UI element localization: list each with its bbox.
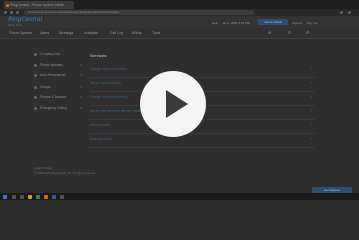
company-icon [34,52,37,56]
list-item[interactable]: Set call queue › [90,120,315,134]
topnav-phone-system[interactable]: Phone System [9,31,32,35]
date-text: Jan 6, 2021 5:23 PM [222,20,250,25]
sidebar-item-emergency-calling[interactable]: Emergency Calling ▾ [34,104,82,112]
footer-links[interactable]: Legal | Privacy [34,166,52,170]
reload-icon[interactable] [16,11,19,14]
settings-icon[interactable]: ⚙ [306,31,310,35]
sidebar-item-phone-numbers[interactable]: Phone Numbers ▾ [34,61,82,69]
list-item-label: Change ring-to-hold setup [90,67,127,71]
logo-subtitle: Admin Portal [8,24,23,27]
chevron-down-icon: ▾ [80,85,82,89]
topnav-billing[interactable]: Billing [132,31,141,35]
app-icon[interactable] [44,194,48,199]
forward-icon[interactable] [10,11,13,14]
chevron-right-icon: › [310,95,312,99]
support-link[interactable]: Support [292,21,303,25]
sidebar-item-company-info[interactable]: Company Info [34,50,82,58]
chevron-down-icon: ▾ [80,73,82,77]
sidebar-item-label: Groups [40,85,51,89]
menu-icon[interactable] [348,11,351,14]
chrome-icon[interactable] [36,194,40,199]
chevron-down-icon: ▾ [80,63,82,67]
topnav-tools[interactable]: Tools [152,31,160,35]
list-item[interactable]: Change ring-to-hold setup › [90,64,315,78]
topnav-meetings[interactable]: Meetings [59,31,73,35]
footer-copyright: © 1999-2021 RingCentral, Inc. All rights… [34,171,96,175]
sidebar-item-label: Company Info [40,52,60,56]
admin-portal-button[interactable]: Admin Portal [258,19,288,25]
play-button[interactable] [140,71,206,137]
search-icon[interactable] [12,194,16,199]
topnav-analytics[interactable]: Analytics [84,31,98,35]
panel-title: Services [90,53,107,58]
chevron-right-icon: › [310,137,312,141]
list-item-label: Set up call forwarding [90,81,121,85]
play-icon [166,90,188,118]
address-input[interactable]: service.ringcentral.com/application/comp… [24,10,254,15]
user-menu[interactable]: Ying Yue [306,21,318,25]
browser-tab[interactable]: RingCentral - Phone system admin [4,1,74,9]
sidebar-item-auto-receptionist[interactable]: Auto-Receptionist ▾ [34,71,82,79]
chevron-right-icon: › [310,123,312,127]
ringcentral-logo[interactable]: RingCentral [8,17,42,23]
devices-icon [34,95,37,99]
chevron-right-icon: › [310,81,312,85]
sidebar-item-label: Phones & Devices [40,95,67,99]
list-item-label: Change company greeting [90,95,128,99]
task-view-icon[interactable] [20,194,24,199]
help-link[interactable]: Help [212,21,218,25]
chevron-down-icon: ▾ [80,106,82,110]
sidebar-item-label: Phone Numbers [40,63,64,67]
sidebar-item-phones-devices[interactable]: Phones & Devices ▾ [34,93,82,101]
receptionist-icon [34,73,37,77]
phone-icon[interactable]: ✆ [288,31,292,35]
back-icon[interactable] [4,11,7,14]
file-explorer-icon[interactable] [28,194,32,199]
sidebar-item-label: Auto-Receptionist [40,73,66,77]
app-icon[interactable] [52,194,56,199]
list-item[interactable]: Business hours › [90,134,315,148]
browser-tab-title: RingCentral - Phone system admin [10,3,65,7]
sidebar-item-groups[interactable]: Groups ▾ [34,83,82,91]
list-item-label: Set up hold music for the call queue [90,109,141,113]
topnav-call-log[interactable]: Call Log [110,31,123,35]
chevron-right-icon: › [310,109,312,113]
topnav-users[interactable]: Users [40,31,49,35]
chevron-right-icon: › [310,67,312,71]
chevron-down-icon: ▾ [80,95,82,99]
sidebar-item-label: Emergency Calling [40,106,67,110]
app-icon[interactable] [60,194,64,199]
numbers-icon [34,63,37,67]
list-item-label: Business hours [90,137,112,141]
chat-icon[interactable]: ✉ [268,31,272,35]
list-item-label: Set call queue [90,123,111,127]
extension-icon[interactable] [340,11,343,14]
groups-icon [34,85,37,89]
start-icon[interactable] [3,194,7,199]
favicon-icon [6,3,9,7]
emergency-icon [34,106,37,110]
